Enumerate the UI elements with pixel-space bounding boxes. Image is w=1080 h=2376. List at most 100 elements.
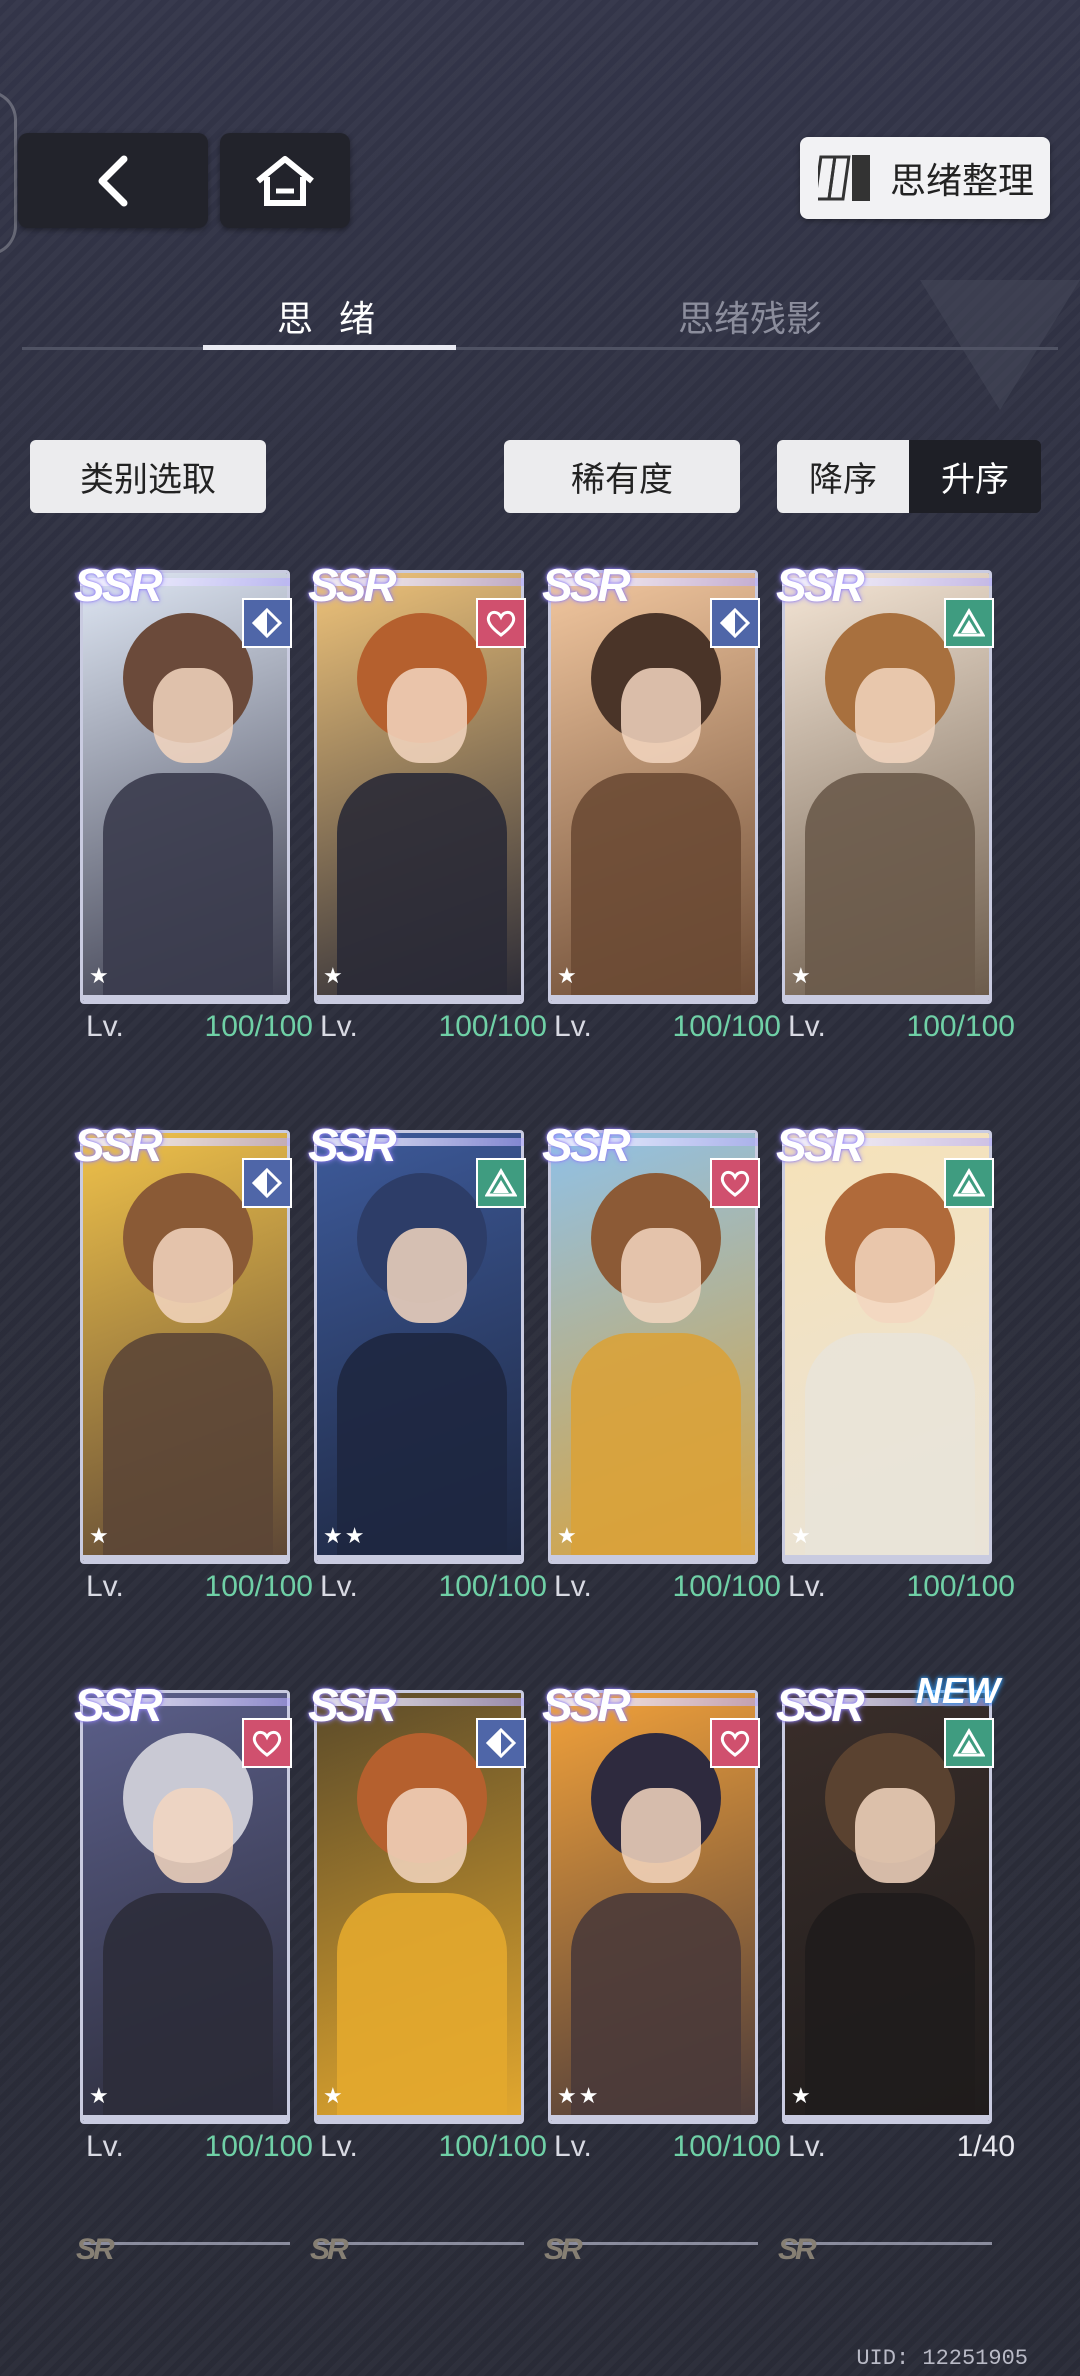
memory-card[interactable]: ★★ SSR bbox=[542, 1679, 760, 2130]
sort-ascending-button[interactable]: 升序 bbox=[909, 440, 1041, 513]
artwork-face bbox=[621, 668, 701, 763]
card-bottom-bar bbox=[83, 1555, 287, 1561]
diamond-icon bbox=[252, 608, 282, 638]
memory-card[interactable]: ★ SSR NEW bbox=[776, 1670, 1000, 2130]
level-label: Lv. bbox=[788, 1010, 826, 1043]
card-level: Lv. 100/100 bbox=[780, 1010, 1015, 1050]
artwork-body bbox=[337, 773, 507, 1001]
heart-icon bbox=[720, 1730, 750, 1757]
heart-icon bbox=[252, 1730, 282, 1757]
level-value: 100/100 bbox=[204, 1010, 313, 1043]
card-level: Lv. 100/100 bbox=[546, 1010, 781, 1050]
level-label: Lv. bbox=[554, 1010, 592, 1043]
level-value: 100/100 bbox=[438, 1010, 547, 1043]
memory-card[interactable]: ★ SSR bbox=[308, 559, 526, 1010]
card-peek: SR bbox=[76, 2233, 290, 2271]
memory-card[interactable]: ★★ SSR bbox=[308, 1119, 526, 1570]
card-level: Lv. 100/100 bbox=[312, 2130, 547, 2170]
back-button[interactable] bbox=[18, 133, 208, 228]
sort-descending-button[interactable]: 降序 bbox=[777, 440, 909, 513]
star-rating: ★★ bbox=[323, 1523, 367, 1548]
rarity-label: SSR bbox=[776, 1679, 865, 1731]
memory-card[interactable]: ★ SSR bbox=[74, 1679, 292, 2130]
star-rating: ★ bbox=[89, 1523, 111, 1548]
artwork-face bbox=[153, 1228, 233, 1323]
rarity-label: SSR bbox=[308, 559, 397, 611]
tab-divider bbox=[22, 347, 1058, 350]
diamond-icon bbox=[252, 1168, 282, 1198]
home-icon bbox=[256, 155, 314, 206]
rarity-sort-button[interactable]: 稀有度 bbox=[504, 440, 740, 513]
star-rating: ★ bbox=[791, 1523, 813, 1548]
level-value: 100/100 bbox=[906, 1570, 1015, 1603]
artwork-face bbox=[621, 1228, 701, 1323]
memory-card[interactable]: ★ SSR bbox=[542, 559, 760, 1010]
user-id: UID: 12251905 bbox=[856, 2346, 1028, 2371]
type-badge bbox=[710, 1718, 760, 1768]
level-value: 100/100 bbox=[438, 2130, 547, 2163]
diamond-icon bbox=[486, 1728, 516, 1758]
artwork-face bbox=[387, 1788, 467, 1883]
rarity-label: SSR bbox=[74, 1119, 163, 1171]
level-value: 100/100 bbox=[906, 1010, 1015, 1043]
organize-button[interactable]: 思绪整理 bbox=[800, 137, 1050, 219]
level-label: Lv. bbox=[554, 2130, 592, 2163]
card-bottom-bar bbox=[317, 995, 521, 1001]
artwork-body bbox=[571, 773, 741, 1001]
level-value: 100/100 bbox=[672, 1570, 781, 1603]
artwork-body bbox=[805, 1893, 975, 2121]
card-bottom-bar bbox=[551, 995, 755, 1001]
memory-card[interactable]: ★ SSR bbox=[776, 1119, 994, 1570]
tab-memory-shadow[interactable]: 思绪残影 bbox=[620, 290, 880, 342]
star-rating: ★ bbox=[791, 963, 813, 988]
rarity-label: SSR bbox=[542, 559, 631, 611]
level-label: Lv. bbox=[788, 1570, 826, 1603]
category-select-button[interactable]: 类别选取 bbox=[30, 440, 266, 513]
triangle-icon bbox=[953, 608, 985, 637]
tab-memory[interactable]: 思 绪 bbox=[200, 290, 460, 342]
memory-card[interactable]: ★ SSR bbox=[542, 1119, 760, 1570]
artwork-face bbox=[855, 668, 935, 763]
memory-card[interactable]: ★ SSR bbox=[74, 1119, 292, 1570]
memory-card[interactable]: ★ SSR bbox=[776, 559, 994, 1010]
card-level: Lv. 100/100 bbox=[780, 1570, 1015, 1610]
home-button[interactable] bbox=[220, 133, 350, 228]
memory-card[interactable]: ★ SSR bbox=[308, 1679, 526, 2130]
artwork-body bbox=[337, 1893, 507, 2121]
type-badge bbox=[476, 1718, 526, 1768]
artwork-face bbox=[387, 1228, 467, 1323]
star-rating: ★★ bbox=[557, 2083, 601, 2108]
card-peek: SR bbox=[544, 2233, 758, 2271]
card-level: Lv. 100/100 bbox=[78, 2130, 313, 2170]
level-value: 100/100 bbox=[672, 2130, 781, 2163]
card-bottom-bar bbox=[785, 995, 989, 1001]
rarity-label: SSR bbox=[74, 1679, 163, 1731]
artwork-face bbox=[621, 1788, 701, 1883]
rarity-label: SSR bbox=[74, 559, 163, 611]
rarity-label: SSR bbox=[776, 559, 865, 611]
card-level: Lv. 100/100 bbox=[312, 1010, 547, 1050]
type-badge bbox=[242, 1158, 292, 1208]
level-label: Lv. bbox=[86, 2130, 124, 2163]
card-peek: SR bbox=[310, 2233, 524, 2271]
artwork-face bbox=[153, 1788, 233, 1883]
artwork-body bbox=[103, 773, 273, 1001]
artwork-body bbox=[103, 1893, 273, 2121]
type-badge bbox=[242, 598, 292, 648]
artwork-body bbox=[805, 773, 975, 1001]
card-level: Lv. 100/100 bbox=[546, 1570, 781, 1610]
rarity-label: SSR bbox=[308, 1679, 397, 1731]
card-bottom-bar bbox=[785, 2115, 989, 2121]
star-rating: ★ bbox=[89, 2083, 111, 2108]
type-badge bbox=[710, 598, 760, 648]
card-level: Lv. 100/100 bbox=[546, 2130, 781, 2170]
artwork-face bbox=[153, 668, 233, 763]
star-rating: ★ bbox=[323, 2083, 345, 2108]
chevron-left-icon bbox=[98, 155, 128, 206]
memory-card[interactable]: ★ SSR bbox=[74, 559, 292, 1010]
triangle-icon bbox=[485, 1168, 517, 1197]
rarity-label: SSR bbox=[308, 1119, 397, 1171]
card-bottom-bar bbox=[83, 995, 287, 1001]
level-label: Lv. bbox=[788, 2130, 826, 2163]
artwork-face bbox=[855, 1788, 935, 1883]
